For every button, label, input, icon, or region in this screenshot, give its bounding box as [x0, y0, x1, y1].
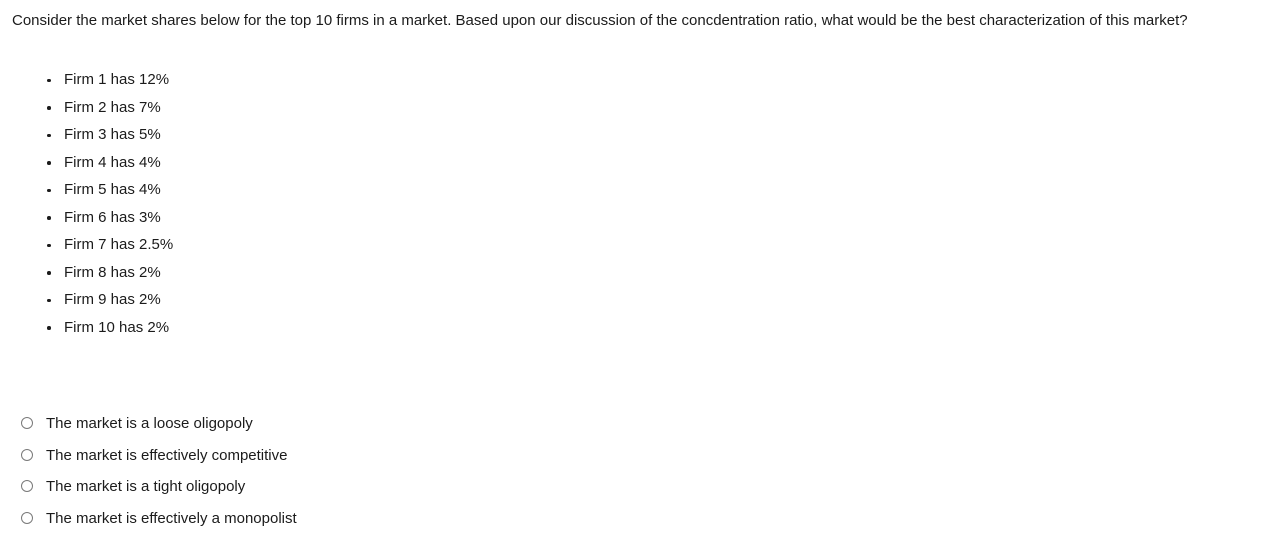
list-item: Firm 8 has 2%	[0, 259, 600, 287]
answer-option-label: The market is effectively a monopolist	[46, 509, 297, 527]
answer-options-group: The market is a loose oligopoly The mark…	[0, 408, 700, 534]
list-item: Firm 7 has 2.5%	[0, 231, 600, 259]
list-item-label: Firm 3 has 5%	[64, 126, 161, 143]
list-item: Firm 6 has 3%	[0, 204, 600, 232]
answer-option-label: The market is effectively competitive	[46, 446, 288, 464]
firm-market-share-list: Firm 1 has 12% Firm 2 has 7% Firm 3 has …	[0, 66, 600, 341]
list-item-label: Firm 7 has 2.5%	[64, 236, 174, 253]
radio-button-icon[interactable]	[21, 480, 33, 492]
list-item: Firm 5 has 4%	[0, 176, 600, 204]
list-item-label: Firm 2 has 7%	[64, 98, 161, 116]
list-item: Firm 4 has 4%	[0, 149, 600, 177]
list-item-label: Firm 10 has 2%	[64, 318, 170, 336]
list-item: Firm 10 has 2%	[0, 314, 600, 342]
list-item: Firm 9 has 2%	[0, 286, 600, 314]
list-item: Firm 3 has 5%	[0, 121, 600, 149]
question-prompt: Consider the market shares below for the…	[12, 12, 1188, 29]
answer-option-3[interactable]: The market is effectively a monopolist	[0, 503, 700, 535]
radio-button-icon[interactable]	[21, 511, 33, 524]
list-item-label: Firm 4 has 4%	[64, 153, 161, 171]
list-item-label: Firm 6 has 3%	[64, 208, 161, 226]
answer-option-label: The market is a loose oligopoly	[46, 415, 253, 432]
answer-option-1[interactable]: The market is effectively competitive	[0, 440, 700, 472]
list-item: Firm 1 has 12%	[0, 66, 600, 94]
list-item-label: Firm 8 has 2%	[64, 263, 161, 281]
answer-option-2[interactable]: The market is a tight oligopoly	[0, 471, 700, 503]
list-item: Firm 2 has 7%	[0, 94, 600, 122]
answer-option-label: The market is a tight oligopoly	[46, 478, 246, 495]
list-item-label: Firm 5 has 4%	[64, 181, 161, 198]
list-item-label: Firm 9 has 2%	[64, 291, 161, 308]
radio-button-icon[interactable]	[21, 448, 33, 461]
question-page: Consider the market shares below for the…	[0, 0, 1269, 556]
list-item-label: Firm 1 has 12%	[64, 71, 170, 88]
radio-button-icon[interactable]	[21, 417, 33, 429]
answer-option-0[interactable]: The market is a loose oligopoly	[0, 408, 700, 440]
